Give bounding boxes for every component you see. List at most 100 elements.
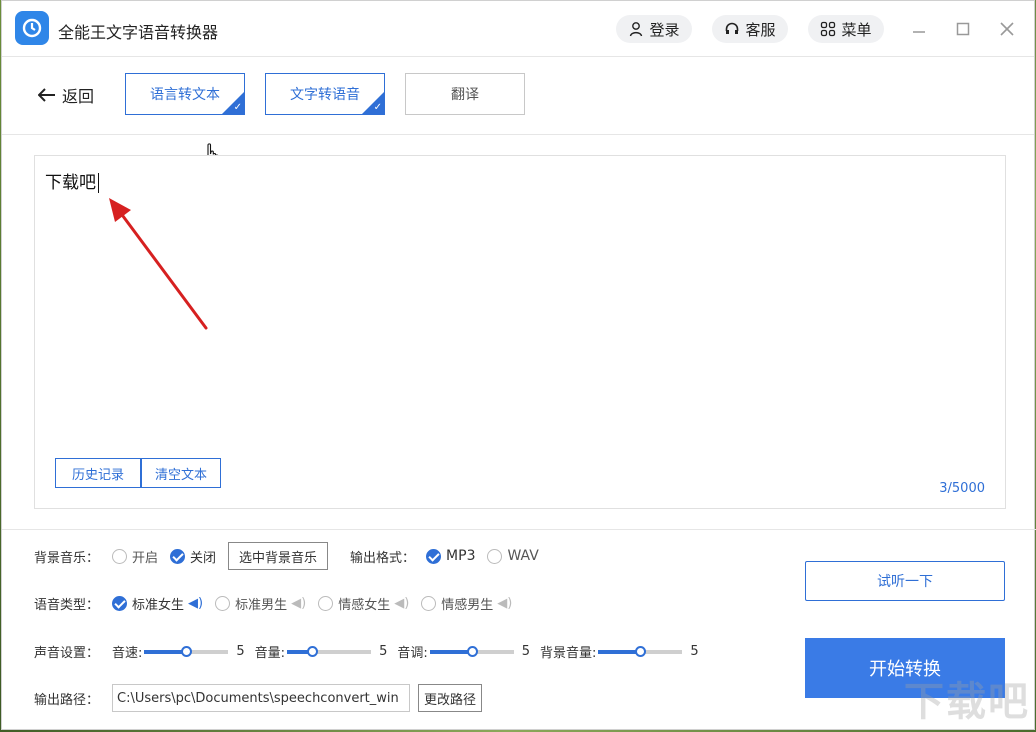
slider-label: 音速: bbox=[112, 646, 143, 661]
radio-icon bbox=[215, 596, 231, 611]
speed-slider-group: 音速: 5 bbox=[112, 642, 245, 661]
tab-label: 翻译 bbox=[451, 87, 479, 103]
title-bar: 全能王文字语音转换器 登录 客服 菜单 bbox=[2, 1, 1034, 57]
slider-label: 音量: bbox=[254, 646, 286, 661]
choose-bg-music-button[interactable]: 选中背景音乐 bbox=[228, 542, 329, 570]
close-icon[interactable] bbox=[995, 17, 1019, 41]
speaker-icon[interactable]: ◀) bbox=[497, 596, 512, 611]
preview-button[interactable]: 试听一下 bbox=[805, 561, 1005, 601]
speaker-icon[interactable]: ◀) bbox=[394, 596, 409, 611]
format-mp3-option[interactable]: MP3 bbox=[426, 548, 475, 564]
clear-text-button[interactable]: 清空文本 bbox=[141, 458, 221, 488]
radio-checked-icon bbox=[170, 548, 186, 564]
radio-icon bbox=[487, 548, 503, 564]
slider-label: 背景音量: bbox=[540, 646, 597, 661]
sound-settings-row: 声音设置： 音速: 5 音量: 5 音调: 5 背景音量: 5 bbox=[34, 642, 709, 661]
slider-knob[interactable] bbox=[635, 645, 647, 657]
radio-checked-icon bbox=[426, 548, 442, 564]
radio-checked-icon bbox=[112, 596, 127, 611]
pitch-slider[interactable] bbox=[429, 645, 514, 657]
radio-icon bbox=[318, 596, 334, 611]
app-logo-icon bbox=[15, 11, 49, 45]
back-button[interactable]: 返回 bbox=[38, 83, 94, 107]
speaker-icon[interactable]: ◀) bbox=[291, 596, 306, 611]
bg-music-off-option[interactable]: 关闭 bbox=[170, 547, 216, 566]
arrow-left-icon bbox=[38, 88, 55, 102]
menu-button[interactable]: 菜单 bbox=[808, 15, 884, 43]
slider-label: 音调: bbox=[397, 646, 428, 661]
option-label: 标准男生 bbox=[235, 598, 288, 613]
text-caret bbox=[98, 173, 99, 193]
slider-knob[interactable] bbox=[307, 645, 319, 657]
speed-slider[interactable] bbox=[144, 645, 229, 657]
voice-type-label: 语音类型： bbox=[34, 598, 100, 613]
pitch-slider-group: 音调: 5 bbox=[397, 642, 530, 661]
option-label: 开启 bbox=[132, 550, 159, 566]
volume-slider[interactable] bbox=[287, 645, 372, 657]
bg-music-label: 背景音乐： bbox=[34, 550, 100, 566]
slider-value: 5 bbox=[379, 644, 388, 659]
bg-volume-slider-group: 背景音量: 5 bbox=[540, 642, 699, 661]
service-button[interactable]: 客服 bbox=[712, 15, 788, 43]
tab-label: 文字转语音 bbox=[290, 87, 360, 103]
volume-slider-group: 音量: 5 bbox=[255, 642, 388, 661]
change-path-button[interactable]: 更改路径 bbox=[418, 684, 483, 712]
speaker-icon[interactable]: ◀) bbox=[188, 596, 203, 611]
minimize-icon[interactable] bbox=[907, 17, 931, 41]
login-button[interactable]: 登录 bbox=[616, 15, 692, 43]
check-icon: ✓ bbox=[233, 102, 242, 113]
voice-type-row: 语音类型： 标准女生 ◀) 标准男生 ◀) 情感女生 ◀) 情感男生 ◀) bbox=[34, 594, 524, 613]
radio-icon bbox=[421, 596, 437, 611]
red-annotation-arrow bbox=[109, 198, 208, 330]
tab-text-to-speech[interactable]: 文字转语音 ✓ bbox=[265, 73, 385, 115]
slider-fill bbox=[429, 649, 472, 654]
service-label: 客服 bbox=[745, 20, 776, 39]
grid-menu-icon bbox=[821, 21, 836, 37]
login-label: 登录 bbox=[649, 20, 680, 39]
slider-fill bbox=[144, 649, 187, 654]
output-path-label: 输出路径： bbox=[34, 692, 100, 708]
bg-volume-slider[interactable] bbox=[598, 645, 683, 657]
slider-knob[interactable] bbox=[181, 645, 193, 657]
slider-value: 5 bbox=[521, 644, 531, 659]
slider-value: 5 bbox=[690, 644, 699, 659]
output-format-label: 输出格式： bbox=[350, 550, 416, 566]
check-icon: ✓ bbox=[373, 102, 382, 113]
output-path-field[interactable]: C:\Users\pc\Documents\speechconvert_win bbox=[112, 684, 410, 712]
menu-label: 菜单 bbox=[841, 20, 872, 39]
app-window: 全能王文字语音转换器 登录 客服 菜单 返回 语言转文本 ✓ 文字转语音 ✓ 翻… bbox=[1, 0, 1036, 731]
voice-standard-male-option[interactable]: 标准男生 ◀) bbox=[215, 594, 306, 613]
voice-standard-female-option[interactable]: 标准女生 ◀) bbox=[112, 594, 203, 613]
tab-speech-to-text[interactable]: 语言转文本 ✓ bbox=[125, 73, 245, 115]
option-label: 标准女生 bbox=[132, 598, 185, 613]
format-wav-option[interactable]: WAV bbox=[487, 548, 539, 564]
settings-panel: 背景音乐： 开启 关闭 选中背景音乐 输出格式： MP3 WAV 语音类型： 标… bbox=[2, 529, 1036, 731]
option-label: 关闭 bbox=[190, 550, 217, 566]
user-icon bbox=[630, 22, 643, 37]
tab-label: 语言转文本 bbox=[150, 87, 220, 103]
bg-music-row: 背景音乐： 开启 关闭 选中背景音乐 输出格式： MP3 WAV bbox=[34, 542, 551, 570]
sound-settings-label: 声音设置： bbox=[34, 646, 100, 661]
output-path-row: 输出路径： C:\Users\pc\Documents\speechconver… bbox=[34, 684, 483, 712]
tab-translate[interactable]: 翻译 bbox=[405, 73, 525, 115]
maximize-icon[interactable] bbox=[951, 17, 975, 41]
headset-icon bbox=[726, 22, 739, 34]
slider-knob[interactable] bbox=[466, 645, 478, 657]
option-label: MP3 bbox=[446, 548, 476, 564]
slider-value: 5 bbox=[236, 644, 245, 659]
radio-icon bbox=[112, 548, 127, 564]
back-label: 返回 bbox=[62, 87, 95, 106]
text-editor[interactable]: 下载吧 历史记录 清空文本 3/5000 bbox=[34, 155, 1006, 509]
option-label: 情感男生 bbox=[441, 598, 494, 613]
voice-emotional-male-option[interactable]: 情感男生 ◀) bbox=[421, 594, 512, 613]
slider-fill bbox=[598, 649, 641, 654]
mode-tabs-row: 返回 语言转文本 ✓ 文字转语音 ✓ 翻译 bbox=[2, 57, 1034, 169]
option-label: 情感女生 bbox=[338, 598, 391, 613]
site-watermark: 下载吧 bbox=[904, 679, 1030, 725]
app-title: 全能王文字语音转换器 bbox=[58, 23, 219, 42]
bg-music-on-option[interactable]: 开启 bbox=[112, 547, 158, 566]
history-button[interactable]: 历史记录 bbox=[55, 458, 141, 488]
option-label: WAV bbox=[507, 548, 539, 564]
editor-content[interactable]: 下载吧 bbox=[45, 168, 99, 193]
voice-emotional-female-option[interactable]: 情感女生 ◀) bbox=[318, 594, 409, 613]
